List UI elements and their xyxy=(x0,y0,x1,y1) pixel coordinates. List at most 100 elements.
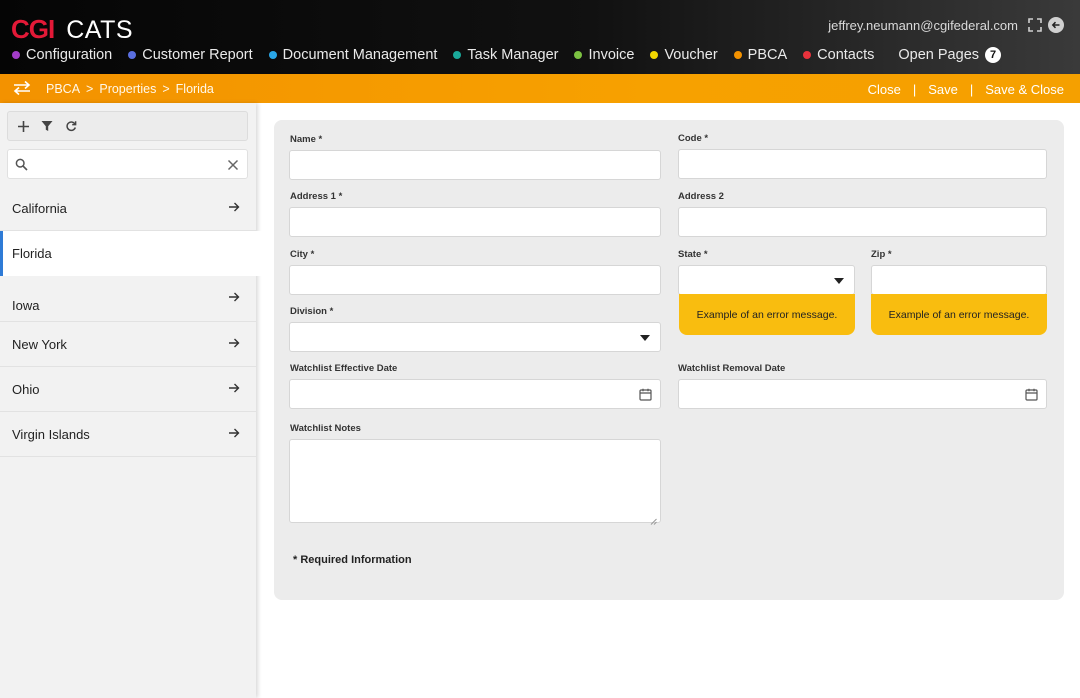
nav-dot xyxy=(453,51,462,59)
top-header: CGI CATS jeffrey.neumann@cgifederal.com … xyxy=(0,0,1080,74)
list-item-california[interactable]: California xyxy=(0,186,256,231)
list-item-ohio[interactable]: Ohio xyxy=(0,367,256,412)
chevron-down-icon xyxy=(640,335,650,341)
sidebar-toolbar xyxy=(7,111,248,141)
state-label: State * xyxy=(678,249,708,260)
list-item-new-york[interactable]: New York xyxy=(0,322,256,367)
nav-dot xyxy=(128,51,137,59)
list-item-virgin-islands[interactable]: Virgin Islands xyxy=(0,412,256,457)
refresh-icon[interactable] xyxy=(64,119,78,133)
arrow-right-icon xyxy=(228,337,240,349)
state-error-message: Example of an error message. xyxy=(679,294,855,335)
nav-dot xyxy=(733,51,742,59)
calendar-icon[interactable] xyxy=(1025,388,1038,401)
brand: CGI CATS xyxy=(11,14,133,45)
calendar-icon[interactable] xyxy=(639,388,652,401)
zip-field[interactable] xyxy=(871,265,1047,295)
nav-label: Task Manager xyxy=(467,47,559,63)
name-field[interactable] xyxy=(289,150,661,180)
list-item-label: California xyxy=(12,200,67,216)
name-input[interactable] xyxy=(290,151,660,179)
breadcrumb-separator: > xyxy=(162,82,170,96)
nav-configuration[interactable]: Configuration xyxy=(12,47,112,63)
fullscreen-icon[interactable] xyxy=(1028,18,1042,32)
chevron-down-icon xyxy=(834,278,844,284)
city-field[interactable] xyxy=(289,265,661,295)
action-separator: | xyxy=(969,82,974,97)
address1-input[interactable] xyxy=(290,208,660,236)
address1-field[interactable] xyxy=(289,207,661,237)
city-label: City * xyxy=(290,249,315,260)
address1-label: Address 1 * xyxy=(290,191,343,202)
watchlist-effective-label: Watchlist Effective Date xyxy=(290,363,398,374)
app-name: CATS xyxy=(66,16,134,44)
nav-label: Contacts xyxy=(817,47,875,63)
record-actions: Close | Save | Save & Close xyxy=(868,82,1064,97)
division-label: Division * xyxy=(290,306,334,317)
save-close-button[interactable]: Save & Close xyxy=(985,82,1064,97)
filter-icon[interactable] xyxy=(40,119,54,133)
back-arrow-icon[interactable] xyxy=(1048,17,1064,33)
nav-customer-report[interactable]: Customer Report xyxy=(128,47,253,63)
watchlist-notes-label: Watchlist Notes xyxy=(290,423,361,434)
nav-label: Invoice xyxy=(588,47,635,63)
open-pages-label: Open Pages xyxy=(898,47,980,63)
open-pages-count-badge: 7 xyxy=(985,47,1002,63)
watchlist-removal-date-field[interactable] xyxy=(678,379,1047,409)
nav-label: Voucher xyxy=(664,47,718,63)
save-button[interactable]: Save xyxy=(928,82,958,97)
user-email[interactable]: jeffrey.neumann@cgifederal.com xyxy=(828,18,1018,33)
watchlist-removal-label: Watchlist Removal Date xyxy=(678,363,786,374)
zip-input[interactable] xyxy=(872,266,1046,294)
nav-dot xyxy=(650,51,659,59)
nav-task-manager[interactable]: Task Manager xyxy=(453,47,558,63)
list-item-iowa[interactable]: Iowa xyxy=(0,276,256,322)
code-field[interactable] xyxy=(678,149,1047,179)
city-input[interactable] xyxy=(290,266,660,294)
nav-dot xyxy=(803,51,812,59)
list-item-label: Iowa xyxy=(12,298,40,313)
search-input[interactable] xyxy=(34,154,224,176)
nav-voucher[interactable]: Voucher xyxy=(650,47,718,63)
nav-invoice[interactable]: Invoice xyxy=(574,47,634,63)
breadcrumb-properties[interactable]: Properties xyxy=(99,82,156,96)
resize-handle-icon[interactable] xyxy=(650,512,657,525)
nav-pbca[interactable]: PBCA xyxy=(733,47,787,63)
nav-contacts[interactable]: Contacts xyxy=(803,47,874,63)
open-pages[interactable]: Open Pages 7 xyxy=(898,47,1002,63)
division-select[interactable] xyxy=(289,322,661,352)
nav-dot xyxy=(12,51,20,59)
watchlist-effective-date-field[interactable] xyxy=(289,379,661,409)
arrow-right-icon xyxy=(228,291,240,303)
arrow-right-icon xyxy=(228,427,240,439)
zip-label: Zip * xyxy=(871,249,892,260)
close-button[interactable]: Close xyxy=(868,82,901,97)
nav-dot xyxy=(574,51,583,59)
nav-dot xyxy=(268,51,277,59)
search-icon xyxy=(15,158,28,171)
nav-document-management[interactable]: Document Management xyxy=(268,47,438,63)
address2-field[interactable] xyxy=(678,207,1047,237)
required-information-note: * Required Information xyxy=(293,554,412,566)
breadcrumb-separator: > xyxy=(86,82,94,96)
nav-label: Document Management xyxy=(282,47,438,63)
code-input[interactable] xyxy=(679,150,1046,178)
swap-arrows-icon[interactable] xyxy=(12,80,32,96)
state-select[interactable] xyxy=(678,265,855,295)
list-item-label: New York xyxy=(12,336,67,352)
list-item-label: Ohio xyxy=(12,381,40,397)
code-label: Code * xyxy=(678,133,709,144)
zip-error-message: Example of an error message. xyxy=(871,294,1047,335)
breadcrumb-pbca[interactable]: PBCA xyxy=(46,82,80,96)
list-item-florida[interactable]: Florida xyxy=(0,231,274,276)
watchlist-notes-textarea[interactable] xyxy=(289,439,661,525)
address2-input[interactable] xyxy=(679,208,1046,236)
main-nav: Configuration Customer Report Document M… xyxy=(12,47,1002,63)
address2-label: Address 2 xyxy=(678,191,724,202)
action-bar: PBCA > Properties > Florida Close | Save… xyxy=(0,74,1080,103)
list-item-label: Virgin Islands xyxy=(12,426,90,442)
add-icon[interactable] xyxy=(16,119,30,133)
list-item-label: Florida xyxy=(12,246,52,261)
clear-search-icon[interactable] xyxy=(227,158,239,171)
nav-label: Configuration xyxy=(26,47,113,63)
